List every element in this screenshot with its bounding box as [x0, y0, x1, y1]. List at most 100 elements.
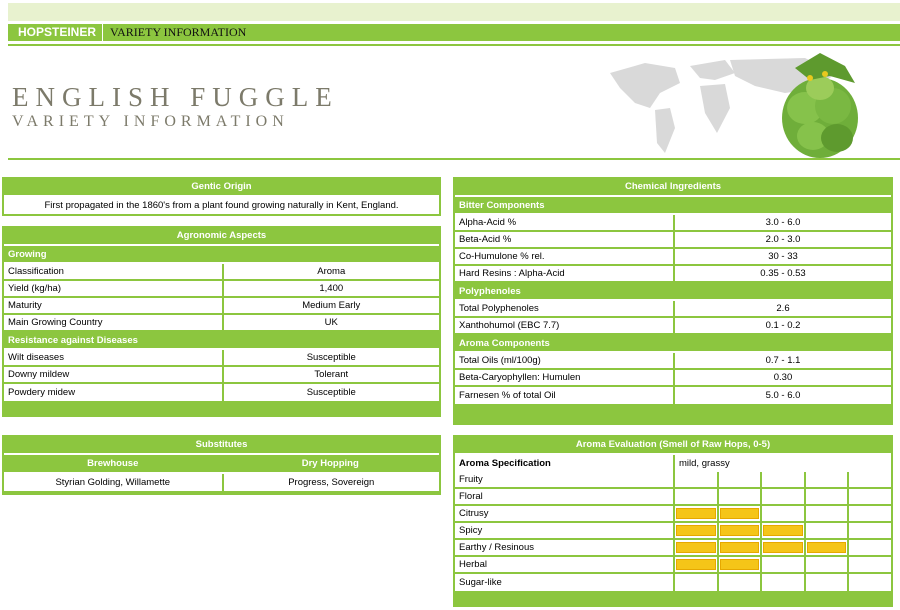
row-label: Farnesen % of total Oil [455, 387, 673, 404]
aroma-score-cell [716, 489, 761, 506]
aroma-row: Fruity [455, 472, 891, 489]
table-row: Xanthohumol (EBC 7.7) 0.1 - 0.2 [455, 318, 891, 335]
origin-panel: Gentic Origin First propagated in the 18… [2, 177, 441, 216]
aroma-row-label: Fruity [455, 472, 674, 489]
aroma-score-cell [847, 540, 891, 557]
page-subtitle: VARIETY INFORMATION [12, 113, 289, 130]
table-row: Maturity Medium Early [4, 298, 439, 315]
aroma-score-cell [716, 506, 761, 523]
aroma-spec-label: Aroma Specification [455, 455, 674, 472]
row-label: Downy mildew [4, 367, 222, 384]
table-row: Classification Aroma [4, 264, 439, 281]
aroma-score-cell [760, 557, 804, 574]
row-label: Maturity [4, 298, 222, 315]
aroma-row-label: Floral [455, 489, 674, 506]
table-row: Alpha-Acid % 3.0 - 6.0 [455, 215, 891, 232]
aroma-row: Citrusy [455, 506, 891, 523]
substitutes-title: Substitutes [4, 436, 439, 455]
table-row: Main Growing Country UK [4, 315, 439, 332]
aroma-score-cell [803, 472, 848, 489]
aroma-score-bar [763, 542, 803, 553]
aroma-score-cell [673, 472, 717, 489]
table-row: Total Oils (ml/100g) 0.7 - 1.1 [455, 353, 891, 370]
row-value: Susceptible [221, 384, 439, 401]
growing-section-label: Growing [4, 246, 439, 264]
row-value: 0.7 - 1.1 [673, 353, 891, 370]
header-divider [8, 44, 900, 46]
aroma-score-cell [673, 540, 717, 557]
aroma-score-cell [760, 540, 804, 557]
aroma-score-cell [847, 506, 891, 523]
row-label: Powdery midew [4, 384, 222, 401]
table-row: Beta-Acid % 2.0 - 3.0 [455, 232, 891, 249]
aroma-score-bar [719, 559, 760, 570]
table-row: Hard Resins : Alpha-Acid 0.35 - 0.53 [455, 266, 891, 283]
hero-divider [8, 158, 900, 160]
chemical-title: Chemical Ingredients [455, 178, 891, 197]
chemical-panel: Chemical Ingredients Bitter Components A… [453, 177, 893, 425]
aroma-score-cell [673, 489, 717, 506]
world-map-hop-image [610, 53, 858, 158]
brewhouse-header: Brewhouse [4, 455, 222, 474]
aroma-score-cell [760, 489, 804, 506]
aroma-score-cell [803, 540, 848, 557]
aroma-score-cell [847, 472, 891, 489]
aroma-score-cell [760, 574, 804, 591]
row-value: 3.0 - 6.0 [673, 215, 891, 232]
row-label: Hard Resins : Alpha-Acid [455, 266, 673, 283]
bitter-section-label: Bitter Components [455, 197, 891, 215]
row-value: 5.0 - 6.0 [673, 387, 891, 404]
row-label: Total Oils (ml/100g) [455, 353, 673, 370]
aroma-score-cell [673, 506, 717, 523]
row-value: UK [221, 315, 439, 332]
row-label: Wilt diseases [4, 350, 222, 367]
brand-name: HOPSTEINER [18, 24, 104, 41]
aroma-score-cell [716, 472, 761, 489]
page-title: ENGLISH FUGGLE [12, 82, 339, 112]
polyphenoles-section-label: Polyphenoles [455, 283, 891, 301]
table-row: Yield (kg/ha) 1,400 [4, 281, 439, 298]
aroma-score-bar [676, 542, 716, 553]
row-value: 0.1 - 0.2 [673, 318, 891, 335]
aroma-row: Spicy [455, 523, 891, 540]
row-value: Susceptible [221, 350, 439, 367]
table-row: Powdery midew Susceptible [4, 384, 439, 401]
aroma-score-cell [716, 540, 761, 557]
row-value: 0.30 [673, 370, 891, 387]
aroma-score-bar [763, 525, 803, 536]
aroma-score-cell [673, 557, 717, 574]
aroma-score-cell [760, 523, 804, 540]
row-value: Aroma [221, 264, 439, 281]
aroma-evaluation-panel: Aroma Evaluation (Smell of Raw Hops, 0-5… [453, 435, 893, 607]
aroma-score-cell [803, 506, 848, 523]
aroma-score-cell [716, 574, 761, 591]
row-value: Medium Early [221, 298, 439, 315]
aroma-score-bar [676, 525, 716, 536]
aroma-row: Earthy / Resinous [455, 540, 891, 557]
row-label: Xanthohumol (EBC 7.7) [455, 318, 673, 335]
table-row: Wilt diseases Susceptible [4, 350, 439, 367]
row-label: Co-Humulone % rel. [455, 249, 673, 266]
aroma-row-label: Citrusy [455, 506, 674, 523]
aroma-score-cell [803, 574, 848, 591]
aroma-spec-value: mild, grassy [673, 455, 891, 472]
aroma-row-label: Sugar-like [455, 574, 674, 591]
resistance-section-label: Resistance against Diseases [4, 332, 439, 350]
row-value: 1,400 [221, 281, 439, 298]
table-row: Farnesen % of total Oil 5.0 - 6.0 [455, 387, 891, 404]
table-row: Total Polyphenoles 2.6 [455, 301, 891, 318]
aroma-row-label: Earthy / Resinous [455, 540, 674, 557]
origin-text: First propagated in the 1860's from a pl… [4, 197, 439, 214]
table-row: Beta-Caryophyllen: Humulen 0.30 [455, 370, 891, 387]
table-row: Downy mildew Tolerant [4, 367, 439, 384]
aroma-score-cell [760, 472, 804, 489]
aroma-score-cell [803, 557, 848, 574]
aroma-score-bar [806, 542, 847, 553]
aroma-row: Sugar-like [455, 574, 891, 591]
aroma-score-cell [673, 574, 717, 591]
dryhopping-header: Dry Hopping [221, 455, 439, 474]
aroma-row: Herbal [455, 557, 891, 574]
aroma-score-cell [847, 489, 891, 506]
header-section-label: VARIETY INFORMATION [110, 25, 247, 39]
aroma-score-cell [847, 574, 891, 591]
